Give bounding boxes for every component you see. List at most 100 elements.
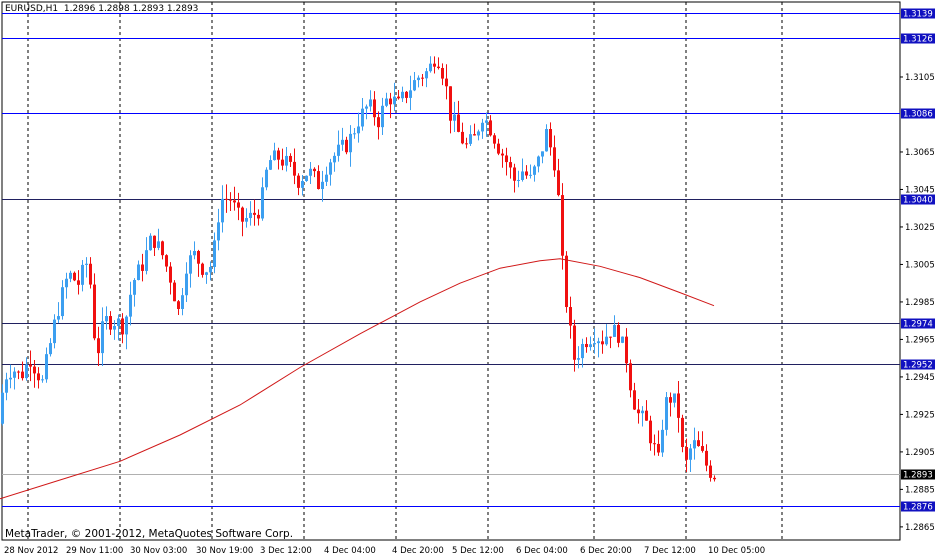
bull-candle [269,160,272,170]
bull-candle [185,273,188,296]
bear-candle [505,155,508,163]
bull-candle [61,287,64,317]
chart-header: EURUSD,H1 1.2896 1.2898 1.2893 1.2893 [5,4,198,14]
bear-candle [625,336,628,364]
bull-candle [321,181,324,190]
bull-candle [117,318,120,327]
bear-candle [397,96,400,99]
level-label: 1.3086 [903,110,933,120]
bull-candle [365,106,368,109]
bear-candle [637,409,640,414]
bull-candle [689,448,692,460]
bear-candle [253,212,256,215]
bull-candle [517,179,520,181]
bear-candle [601,341,604,345]
bear-candle [557,170,560,196]
bear-candle [465,143,468,145]
bull-candle [285,155,288,166]
bear-candle [445,78,448,87]
level-lines[interactable]: 1.3139 1.3126 1.3086 1.3040 1.2974 1.2952 1.28… [2,8,935,513]
bear-candle [89,263,92,285]
bear-candle [653,443,656,445]
bear-candle [201,263,204,275]
bear-candle [633,390,636,410]
price-tick-label: 1.3005 [905,260,935,270]
bear-candle [73,272,76,281]
price-tick-label: 1.2985 [905,298,935,308]
bear-candle [441,68,444,79]
bull-candle [401,91,404,99]
bear-candle [77,280,80,285]
bear-candle [177,301,180,309]
price-tick-label: 1.2965 [905,335,935,345]
price-tick-label: 1.3045 [905,185,935,195]
bull-candle [125,316,128,335]
current-price-label: 1.2893 [903,471,933,481]
bull-candle [105,316,108,322]
bull-candle [101,321,104,354]
bear-candle [169,266,172,283]
bear-candle [421,77,424,79]
bull-candle [349,133,352,153]
bull-candle [213,240,216,267]
bull-candle [381,105,384,128]
bear-candle [277,150,280,160]
bear-candle [345,139,348,153]
bear-candle [525,171,528,176]
bear-candle [709,465,712,478]
bull-candle [53,319,56,344]
bull-candle [393,96,396,105]
bear-candle [645,410,648,421]
bear-candle [513,167,516,181]
bull-candle [481,122,484,132]
price-tick-label: 1.2905 [905,448,935,458]
bear-candle [449,86,452,121]
bull-candle [521,171,524,180]
bull-candle [429,63,432,72]
bull-candle [249,212,252,219]
grid [27,2,783,540]
bull-candle [193,250,196,256]
bull-candle [545,129,548,152]
bear-candle [229,199,232,201]
bear-candle [565,255,568,308]
bear-candle [609,336,612,338]
bull-candle [25,364,28,379]
time-tick-label: 6 Dec 04:00 [516,546,568,556]
price-chart[interactable]: 1.3139 1.3126 1.3086 1.3040 1.2974 1.2952 1.28… [0,0,936,559]
bear-candle [29,364,32,367]
bear-candle [281,159,284,166]
bull-candle [149,235,152,251]
bull-candle [205,272,208,275]
copyright-text: MetaTrader, © 2001-2012, MetaQuotes Soft… [5,528,294,540]
bear-candle [297,175,300,188]
bull-candle [589,344,592,348]
bear-candle [293,161,296,176]
bull-candle [217,222,220,241]
bull-candle [477,131,480,136]
bear-candle [377,117,380,128]
bull-candle [113,326,116,330]
level-label: 1.3139 [903,10,933,20]
bear-candle [561,195,564,256]
time-tick-label: 10 Dec 05:00 [708,546,765,556]
bull-candle [425,71,428,79]
bear-candle [225,198,228,200]
bull-candle [529,174,532,176]
bear-candle [153,235,156,248]
bull-candle [189,255,192,274]
bear-candle [617,325,620,343]
bear-candle [97,338,100,354]
bull-candle [453,114,456,121]
bull-candle [533,166,536,175]
bull-candle [337,144,340,156]
bear-candle [549,129,552,148]
bull-candle [329,162,332,175]
bear-candle [553,147,556,171]
bull-candle [485,120,488,123]
bull-candle [605,336,608,345]
bear-candle [17,371,20,373]
bull-candle [45,354,48,380]
bull-candle [333,155,336,163]
bull-candle [369,99,372,107]
